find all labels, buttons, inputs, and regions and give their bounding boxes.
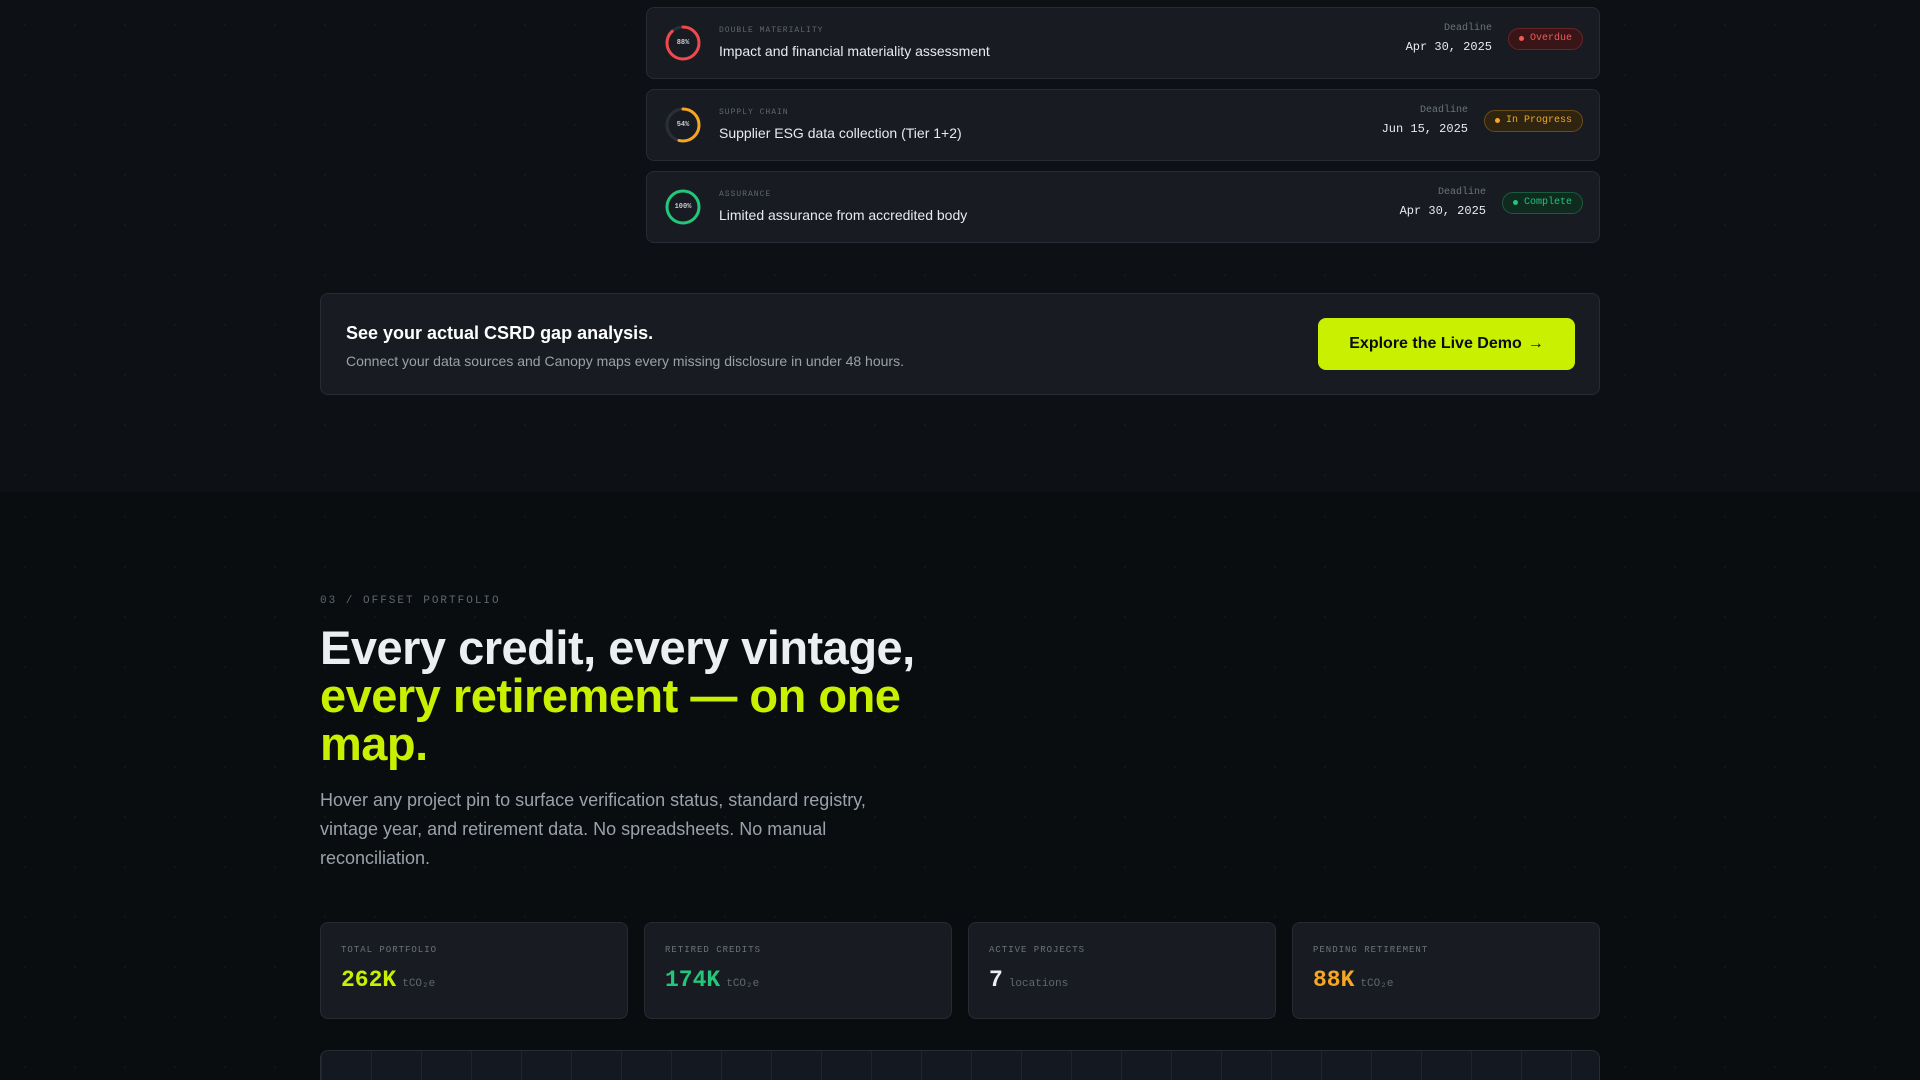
status-label: Complete — [1523, 197, 1572, 208]
deadline: Deadline Jun 15, 2025 — [1382, 105, 1468, 136]
status-badge: Complete — [1501, 191, 1583, 214]
section-eyebrow: 03 / OFFSET PORTFOLIO — [320, 595, 501, 607]
stat-unit: locations — [1008, 978, 1069, 990]
status-dot-icon — [1518, 36, 1524, 41]
deadline-date: Apr 30, 2025 — [1405, 40, 1492, 54]
status-badge: In Progress — [1483, 109, 1583, 132]
task-list: 88% DOUBLE MATERIALITY Impact and financ… — [646, 7, 1600, 253]
deadline: Deadline Apr 30, 2025 — [1400, 187, 1486, 218]
stat-label: ACTIVE PROJECTS — [989, 945, 1086, 955]
status-dot-icon — [1512, 200, 1518, 205]
stat-unit: tCO₂e — [726, 978, 760, 990]
stat-label: TOTAL PORTFOLIO — [341, 945, 438, 955]
deadline-label: Deadline — [1443, 23, 1492, 34]
stat-label: RETIRED CREDITS — [665, 945, 762, 955]
offset-map[interactable] — [320, 1050, 1600, 1080]
deadline: Deadline Apr 30, 2025 — [1406, 23, 1492, 54]
section-lede: Hover any project pin to surface verific… — [320, 790, 866, 868]
stat-value: 88K — [1313, 967, 1355, 993]
explore-demo-button[interactable]: Explore the Live Demo → — [1318, 318, 1575, 370]
cta-title: See your actual CSRD gap analysis. — [346, 323, 654, 343]
stat-value: 174K — [665, 967, 721, 993]
progress-label: 100% — [674, 203, 692, 211]
stat-label: PENDING RETIREMENT — [1313, 945, 1429, 955]
stat-unit: tCO₂e — [1360, 978, 1394, 990]
headline-line: Every credit, every vintage, — [320, 621, 915, 674]
stat-unit: tCO₂e — [402, 978, 436, 990]
stat-card: RETIRED CREDITS 174K tCO₂e — [644, 922, 952, 1019]
page: 88% DOUBLE MATERIALITY Impact and financ… — [0, 0, 1920, 1080]
task-category: DOUBLE MATERIALITY — [719, 26, 824, 35]
headline-accent: every retirement — on one map. — [320, 669, 901, 770]
stats-row: TOTAL PORTFOLIO 262K tCO₂e RETIRED CREDI… — [320, 922, 1600, 1019]
progress-ring: 54% — [664, 106, 702, 144]
task-title: Impact and financial materiality assessm… — [719, 43, 990, 59]
task-category: ASSURANCE — [719, 190, 772, 199]
deadline-label: Deadline — [1437, 187, 1486, 198]
cta-subtitle: Connect your data sources and Canopy map… — [346, 353, 904, 369]
stat-card: TOTAL PORTFOLIO 262K tCO₂e — [320, 922, 628, 1019]
progress-ring: 100% — [664, 188, 702, 226]
status-label: In Progress — [1505, 115, 1572, 126]
task-card[interactable]: 100% ASSURANCE Limited assurance from ac… — [646, 171, 1600, 243]
progress-label: 54% — [676, 121, 690, 129]
deadline-date: Jun 15, 2025 — [1381, 122, 1468, 136]
status-dot-icon — [1494, 118, 1500, 123]
stat-value: 7 — [989, 967, 1003, 993]
task-title: Supplier ESG data collection (Tier 1+2) — [719, 125, 962, 141]
explore-demo-button-label: Explore the Live Demo — [1349, 335, 1522, 352]
stat-card: PENDING RETIREMENT 88K tCO₂e — [1292, 922, 1600, 1019]
task-category: SUPPLY CHAIN — [719, 108, 789, 117]
status-badge: Overdue — [1507, 27, 1583, 50]
stat-card: ACTIVE PROJECTS 7 locations — [968, 922, 1276, 1019]
status-label: Overdue — [1529, 33, 1572, 44]
deadline-label: Deadline — [1419, 105, 1468, 116]
arrow-right-icon: → — [1527, 335, 1544, 352]
progress-ring: 88% — [664, 24, 702, 62]
task-card[interactable]: 88% DOUBLE MATERIALITY Impact and financ… — [646, 7, 1600, 79]
deadline-date: Apr 30, 2025 — [1399, 204, 1486, 218]
task-card[interactable]: 54% SUPPLY CHAIN Supplier ESG data colle… — [646, 89, 1600, 161]
section-headline: Every credit, every vintage, every retir… — [320, 624, 1020, 768]
progress-label: 88% — [676, 39, 690, 47]
cta-banner: See your actual CSRD gap analysis. Conne… — [320, 293, 1600, 395]
stat-value: 262K — [341, 967, 397, 993]
task-title: Limited assurance from accredited body — [719, 207, 968, 223]
